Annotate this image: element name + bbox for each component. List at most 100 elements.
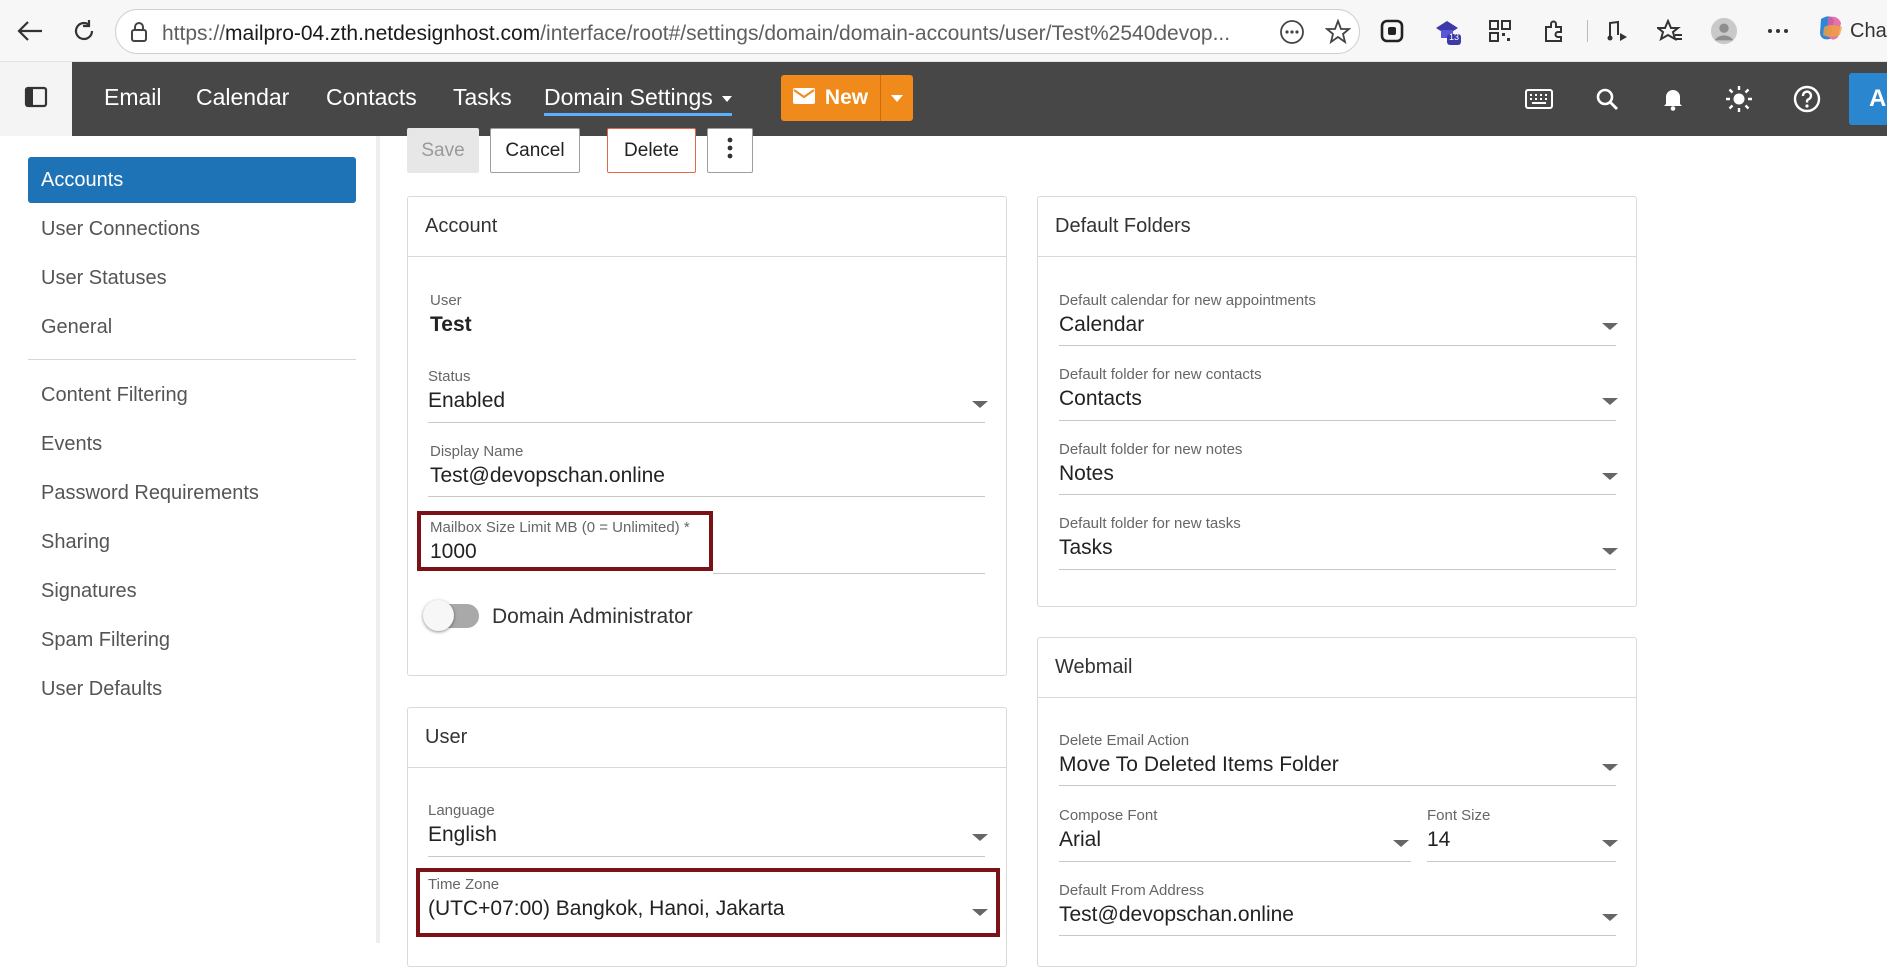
sidebar-toggle-button[interactable] [0, 62, 72, 136]
sidebar-item-password-requirements[interactable]: Password Requirements [28, 470, 356, 516]
default-calendar-field[interactable]: Default calendar for new appointments Ca… [1059, 292, 1316, 337]
save-button[interactable]: Save [407, 128, 479, 173]
sidebar-item-user-defaults[interactable]: User Defaults [28, 666, 356, 712]
language-field[interactable]: Language English [428, 802, 497, 847]
delete-action-value: Move To Deleted Items Folder [1059, 753, 1339, 776]
default-notes-underline [1059, 494, 1616, 495]
timezone-dropdown-caret[interactable] [972, 909, 988, 916]
font-size-caret[interactable] [1602, 840, 1618, 847]
sidebar-item-events[interactable]: Events [28, 421, 356, 467]
display-name-label: Display Name [430, 443, 524, 460]
compose-font-caret[interactable] [1393, 840, 1409, 847]
extension-badge-icon[interactable]: 13 [1433, 17, 1461, 45]
default-notes-field[interactable]: Default folder for new notes Notes [1059, 441, 1242, 486]
help-icon[interactable] [1790, 82, 1824, 116]
status-label: Status [428, 368, 471, 385]
sidebar-item-user-connections[interactable]: User Connections [28, 206, 356, 252]
new-dropdown-button[interactable] [880, 75, 913, 121]
user-field: User Test [430, 292, 472, 337]
compose-font-underline [1059, 861, 1411, 862]
sidebar-toggle-icon [24, 86, 48, 113]
nav-contacts[interactable]: Contacts [326, 84, 417, 111]
sidebar-item-accounts[interactable]: Accounts [28, 157, 356, 203]
status-field[interactable]: Status Enabled [428, 368, 505, 413]
domain-admin-toggle[interactable] [423, 600, 479, 631]
default-tasks-underline [1059, 569, 1616, 570]
language-underline [428, 856, 985, 857]
lock-icon [130, 22, 148, 47]
default-from-field[interactable]: Default From Address Test@devopschan.onl… [1059, 882, 1294, 927]
default-notes-caret[interactable] [1602, 473, 1618, 480]
delete-action-underline [1059, 785, 1616, 786]
qr-code-icon[interactable] [1486, 17, 1514, 45]
default-tasks-caret[interactable] [1602, 548, 1618, 555]
search-icon[interactable] [1590, 82, 1624, 116]
media-control-icon[interactable] [1603, 17, 1631, 45]
default-calendar-caret[interactable] [1602, 323, 1618, 330]
cancel-button[interactable]: Cancel [490, 128, 580, 173]
browser-toolbar: https://mailpro-04.zth.netdesignhost.com… [0, 0, 1887, 62]
more-actions-button[interactable] [707, 128, 753, 173]
default-from-caret[interactable] [1602, 914, 1618, 921]
default-calendar-underline [1059, 345, 1616, 346]
compose-font-field[interactable]: Compose Font Arial [1059, 807, 1157, 852]
default-notes-label: Default folder for new notes [1059, 441, 1243, 458]
badge-count: 13 [1448, 32, 1459, 42]
sidebar-item-user-statuses[interactable]: User Statuses [28, 255, 356, 301]
sidebar-item-sharing[interactable]: Sharing [28, 519, 356, 565]
default-folders-title: Default Folders [1038, 197, 1636, 257]
default-contacts-caret[interactable] [1602, 398, 1618, 405]
mailbox-size-input[interactable]: 1000 [430, 540, 690, 564]
font-size-field[interactable]: Font Size 14 [1427, 807, 1490, 852]
status-value: Enabled [428, 389, 506, 412]
refresh-icon[interactable] [70, 17, 98, 45]
url-text: https://mailpro-04.zth.netdesignhost.com… [162, 22, 1231, 45]
new-button-label: New [824, 86, 869, 109]
delete-action-field[interactable]: Delete Email Action Move To Deleted Item… [1059, 732, 1339, 777]
favorites-icon[interactable] [1656, 17, 1684, 45]
address-bar[interactable]: https://mailpro-04.zth.netdesignhost.com… [115, 9, 1360, 54]
sidebar-item-general[interactable]: General [28, 304, 356, 350]
collections-icon[interactable] [1378, 17, 1406, 45]
more-options-icon[interactable] [1279, 19, 1305, 50]
nav-domain-settings[interactable]: Domain Settings [544, 84, 732, 116]
user-label: User [430, 292, 462, 309]
theme-sun-icon[interactable] [1722, 82, 1756, 116]
default-contacts-field[interactable]: Default folder for new contacts Contacts [1059, 366, 1262, 411]
copilot-button[interactable]: Cha [1810, 12, 1887, 50]
language-dropdown-caret[interactable] [972, 834, 988, 841]
timezone-label: Time Zone [428, 876, 500, 893]
browser-menu-icon[interactable] [1764, 17, 1792, 45]
profile-avatar-icon[interactable] [1710, 17, 1738, 45]
mailbox-size-field[interactable]: Mailbox Size Limit MB (0 = Unlimited) * … [430, 519, 690, 564]
domain-admin-label: Domain Administrator [492, 605, 693, 628]
vertical-dots-icon [727, 137, 733, 165]
account-card: Account [407, 196, 1007, 676]
delete-button[interactable]: Delete [607, 128, 696, 173]
default-tasks-label: Default folder for new tasks [1059, 515, 1241, 532]
mailbox-size-label: Mailbox Size Limit MB (0 = Unlimited) * [430, 519, 690, 536]
default-tasks-field[interactable]: Default folder for new tasks Tasks [1059, 515, 1241, 560]
user-avatar-button[interactable]: A [1849, 73, 1887, 125]
sidebar-divider [28, 359, 356, 360]
font-size-value: 14 [1427, 828, 1451, 851]
sidebar-item-spam-filtering[interactable]: Spam Filtering [28, 617, 356, 663]
keyboard-icon[interactable] [1522, 82, 1556, 116]
sidebar-item-content-filtering[interactable]: Content Filtering [28, 372, 356, 418]
nav-tasks[interactable]: Tasks [453, 84, 512, 111]
delete-action-caret[interactable] [1602, 764, 1618, 771]
favorite-star-icon[interactable] [1324, 18, 1352, 50]
sidebar-item-signatures[interactable]: Signatures [28, 568, 356, 614]
default-contacts-underline [1059, 420, 1616, 421]
new-button[interactable]: New [781, 75, 880, 121]
font-size-label: Font Size [1427, 807, 1491, 824]
back-arrow-icon[interactable] [16, 17, 44, 45]
nav-email[interactable]: Email [104, 84, 162, 111]
notifications-bell-icon[interactable] [1656, 82, 1690, 116]
timezone-field[interactable]: Time Zone (UTC+07:00) Bangkok, Hanoi, Ja… [428, 876, 785, 921]
nav-calendar[interactable]: Calendar [196, 84, 289, 111]
status-dropdown-caret[interactable] [972, 401, 988, 408]
display-name-input[interactable]: Test@devopschan.online [430, 464, 665, 488]
extensions-puzzle-icon[interactable] [1540, 17, 1568, 45]
display-name-field[interactable]: Display Name Test@devopschan.online [430, 443, 665, 488]
